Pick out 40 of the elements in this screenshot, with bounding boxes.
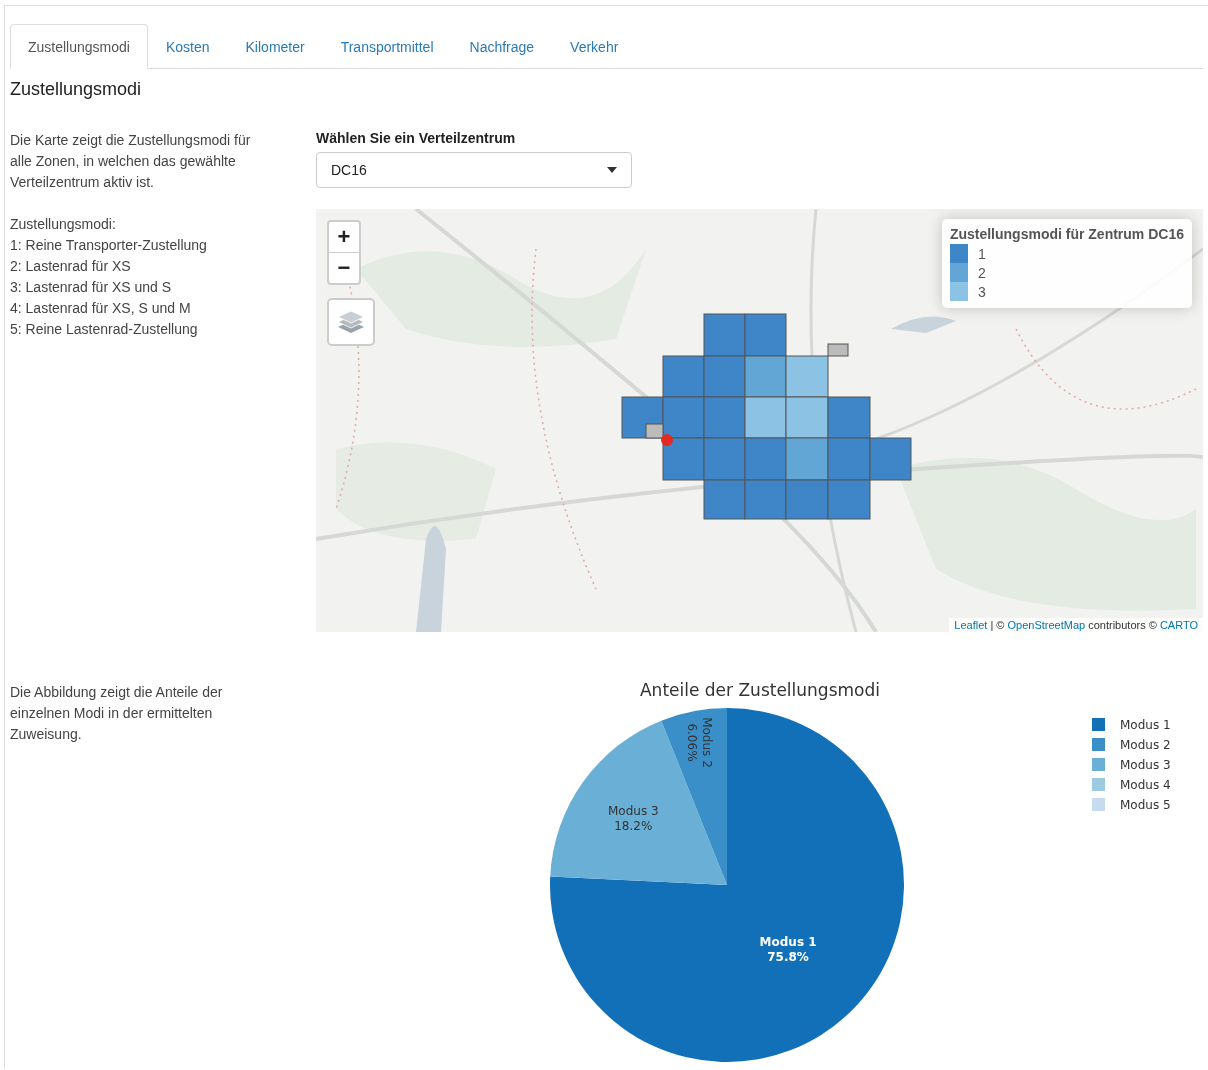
slice-label: Modus 1 75.8% (759, 935, 817, 965)
mode-item: 4: Lastenrad für XS, S und M (10, 299, 192, 318)
slice-label: Modus 3 18.2% (607, 804, 659, 834)
caret-icon (607, 167, 617, 173)
layers-button[interactable] (327, 298, 375, 346)
layers-icon (337, 309, 365, 335)
zoom-in-button[interactable]: + (329, 222, 359, 253)
center-select[interactable]: DC16 (316, 152, 632, 188)
legend-label: 2 (977, 264, 986, 281)
slice-label: Modus 2 6.06% (684, 717, 714, 768)
tab[interactable]: Transportmittel (322, 24, 452, 69)
legend-label[interactable]: Modus 3 (1120, 758, 1171, 772)
mode-item: 3: Lastenrad für XS und S (10, 278, 173, 297)
tab[interactable]: Kosten (147, 24, 228, 69)
legend-label: 1 (977, 245, 986, 262)
tab[interactable]: Zustellungsmodi (10, 24, 148, 69)
attribution-link[interactable]: Leaflet (954, 619, 988, 631)
description-text: Die Karte zeigt die Zustellungsmodi für alle Zonen, in welchen das gewählte Verteilzentrum aktiv ist. (10, 131, 252, 192)
legend-label[interactable]: Modus 1 (1120, 718, 1171, 732)
chart-title: Anteile der Zustellungsmodi (640, 680, 880, 700)
zoom-out-button[interactable]: − (329, 253, 359, 283)
legend-label[interactable]: Modus 2 (1120, 738, 1171, 752)
mode-item: 1: Reine Transporter-Zustellung (10, 236, 208, 255)
tab[interactable]: Verkehr (552, 24, 637, 69)
modes-heading: Zustellungsmodi: (10, 215, 117, 234)
section-heading: Zustellungsmodi (10, 79, 143, 100)
legend-label[interactable]: Modus 5 (1120, 798, 1171, 812)
description-text: Die Abbildung zeigt die Anteile der einzelnen Modi in der ermittelten Zuweisung. (10, 683, 224, 744)
map-attribution: Leaflet | © OpenStreetMap contributors © CARTO (949, 618, 1203, 632)
tab[interactable]: Kilometer (227, 24, 323, 69)
attribution-link[interactable]: CARTO (1159, 619, 1198, 631)
tab[interactable]: Nachfrage (451, 24, 553, 69)
attribution-link[interactable]: OpenStreetMap (1007, 619, 1086, 631)
select-label: Wählen Sie ein Verteilzentrum (316, 130, 517, 146)
mode-item: 2: Lastenrad für XS (10, 257, 132, 276)
legend-label: 3 (977, 283, 986, 300)
legend-title: Zustellungsmodi für Zentrum DC16 (949, 226, 1184, 242)
legend-label[interactable]: Modus 4 (1120, 778, 1171, 792)
location-marker[interactable] (661, 434, 673, 446)
mode-item: 5: Reine Lastenrad-Zustellung (10, 320, 199, 339)
